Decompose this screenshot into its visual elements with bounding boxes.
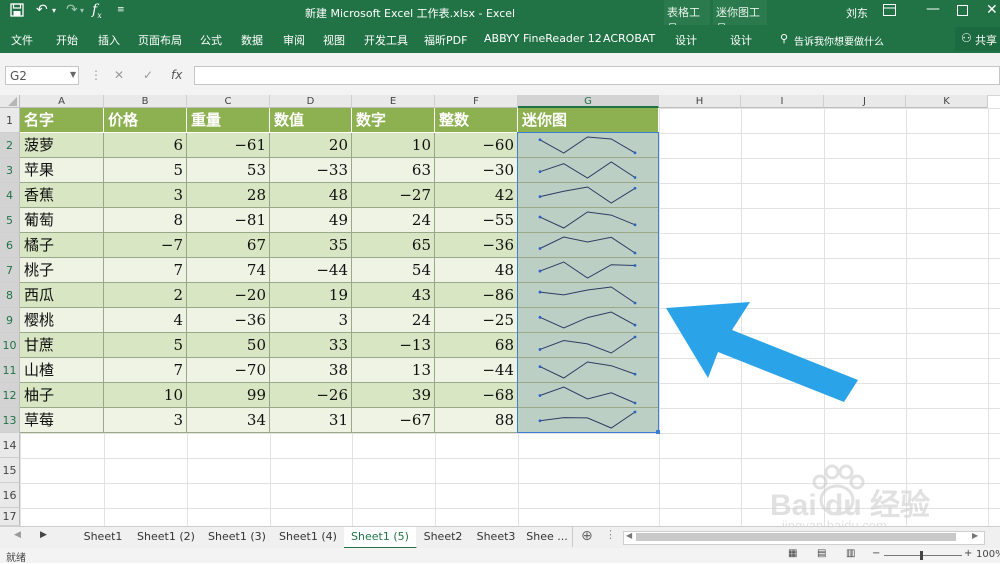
zoom-out-icon[interactable]: − [872, 548, 880, 559]
sparkline-first-point [538, 247, 542, 250]
sparkline-first-point [538, 215, 542, 219]
scrollbar-thumb[interactable] [636, 533, 956, 541]
horizontal-scrollbar[interactable] [623, 531, 985, 545]
sparkline-first-point [538, 348, 542, 351]
sparkline-first-point [538, 315, 542, 319]
add-sheet-icon[interactable]: ⊕ [581, 528, 593, 544]
sparkline-9 [539, 361, 636, 379]
sparkline-first-point [538, 269, 542, 273]
sparkline-first-point [538, 365, 542, 368]
sparkline-2 [539, 186, 636, 204]
sparkline-4 [539, 236, 636, 254]
sparkline-first-point [538, 138, 542, 142]
normal-view-icon[interactable]: ▦ [788, 548, 797, 559]
sheet-tab[interactable]: Sheet2 [416, 527, 471, 547]
sparkline-last-point [633, 223, 637, 227]
sparkline-5 [539, 261, 636, 279]
tab-split-dots-icon[interactable]: ⋮ [605, 528, 616, 541]
sparkline-last-point [633, 186, 637, 190]
sparkline-last-point [633, 251, 637, 255]
sparkline-last-point [633, 301, 637, 305]
sparkline-7 [539, 311, 636, 329]
sparkline-11 [539, 411, 636, 429]
hscroll-right-icon[interactable]: ▶ [972, 531, 978, 540]
sparkline-last-point [633, 264, 637, 267]
sparkline-last-point [633, 372, 637, 376]
sparkline-last-point [633, 176, 637, 179]
sparkline-last-point [633, 410, 637, 414]
sparkline-last-point [633, 335, 637, 339]
scroll-left-icon[interactable]: ◀ [14, 530, 21, 540]
sheet-tab[interactable]: Shee ... [522, 527, 573, 547]
sheet-tab[interactable]: Sheet1 (5) [344, 527, 417, 549]
sparkline-first-point [538, 195, 542, 199]
hscroll-left-icon[interactable]: ◀ [626, 531, 632, 540]
zoom-level[interactable]: 100% [976, 549, 1000, 560]
sparkline-last-point [633, 401, 637, 405]
status-ready: 就绪 [6, 553, 26, 564]
sheet-tab[interactable]: Sheet1 [76, 527, 131, 547]
sparkline-6 [539, 286, 636, 304]
sparkline-last-point [633, 151, 637, 155]
sparkline-1 [539, 161, 636, 179]
sparkline-0 [539, 136, 636, 154]
sheet-tab[interactable]: Sheet3 [470, 527, 523, 547]
scroll-right-icon[interactable]: ▶ [40, 530, 47, 540]
sheet-tab[interactable]: Sheet1 (3) [202, 527, 273, 547]
sparkline-first-point [538, 170, 542, 174]
sheet-tab[interactable]: Sheet1 (4) [272, 527, 345, 547]
sparkline-10 [539, 386, 636, 404]
zoom-in-icon[interactable]: + [964, 548, 972, 559]
sparkline-3 [539, 211, 636, 229]
sparkline-first-point [538, 290, 542, 294]
sparkline-8 [539, 336, 636, 354]
sparkline-first-point [538, 419, 542, 423]
zoom-slider-thumb[interactable] [920, 551, 923, 560]
sheet-tab[interactable]: Sheet1 (2) [130, 527, 203, 547]
zoom-slider[interactable] [884, 551, 962, 560]
page-layout-view-icon[interactable]: ▤ [817, 548, 826, 559]
sparkline-first-point [538, 394, 542, 397]
status-bar: 就绪 ▦ ▤ ▥ − + 100% [0, 548, 1000, 564]
sparkline-last-point [633, 323, 637, 327]
page-break-view-icon[interactable]: ▥ [846, 548, 855, 559]
annotation-arrow-icon [666, 302, 858, 402]
